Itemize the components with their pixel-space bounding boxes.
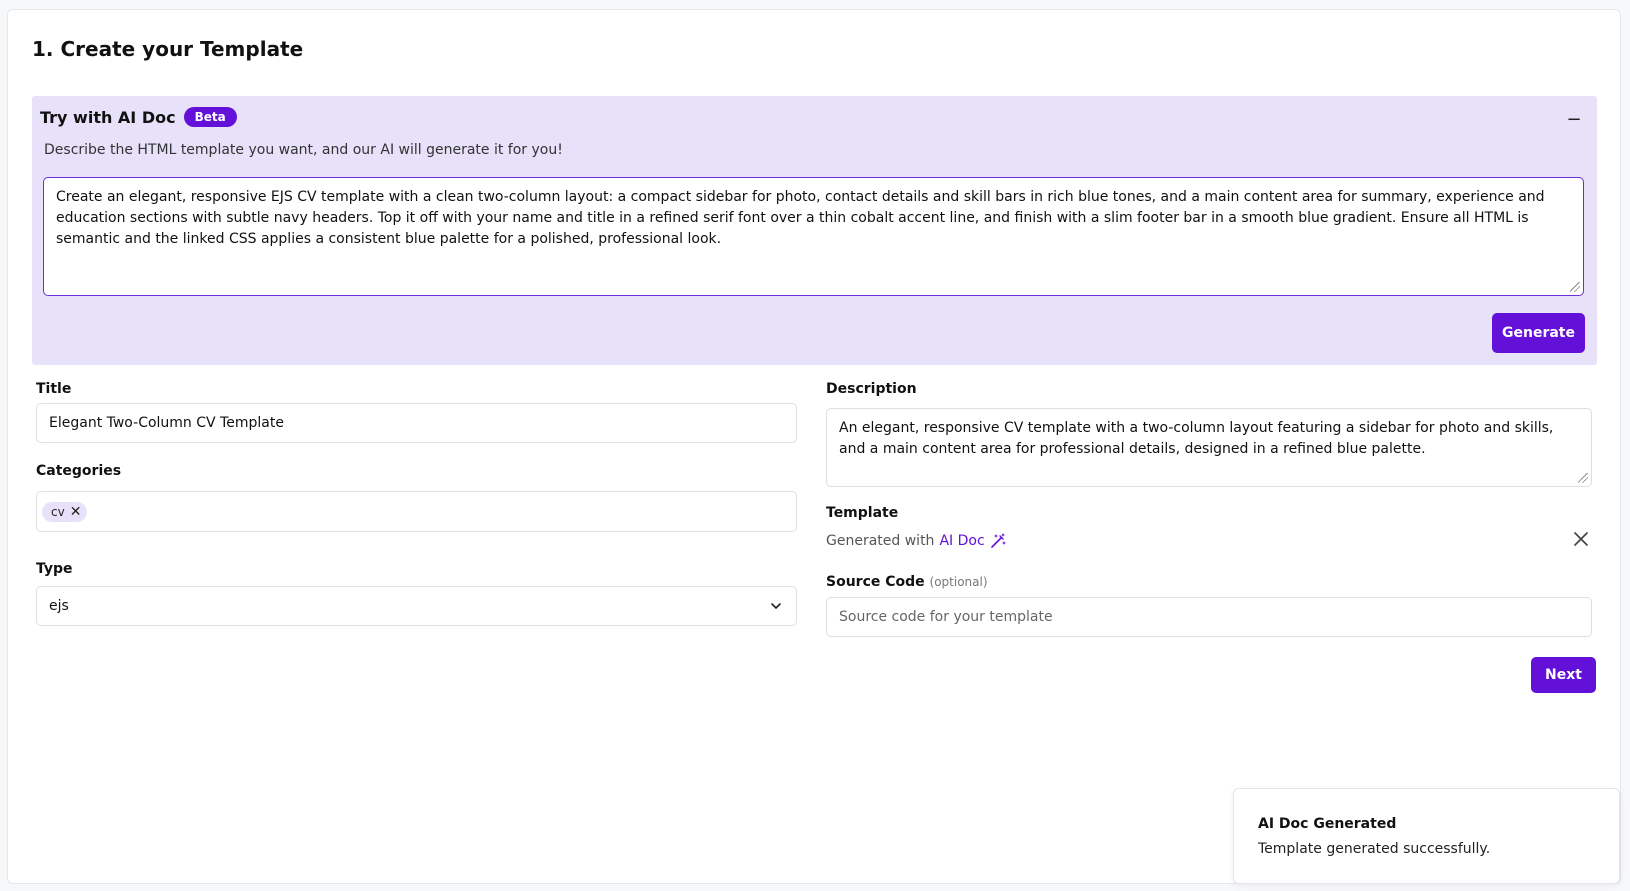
page-title: 1. Create your Template [32,37,304,61]
beta-badge: Beta [183,107,237,127]
title-input-value: Elegant Two-Column CV Template [49,415,284,431]
source-code-placeholder: Source code for your template [839,609,1053,625]
description-text: An elegant, responsive CV template with … [839,420,1554,457]
magic-wand-icon [990,533,1006,548]
toast-notification: AI Doc Generated Template generated succ… [1233,788,1620,884]
type-label: Type [36,561,73,577]
type-select[interactable]: ejs [36,586,797,626]
category-chip-label: cv [51,504,65,519]
category-chip: cv ✕ [42,501,88,522]
description-textarea[interactable]: An elegant, responsive CV template with … [826,408,1592,487]
collapse-button[interactable]: − [1563,108,1585,130]
type-select-value: ejs [49,598,69,614]
ai-doc-panel: Try with AI Doc Beta − Describe the HTML… [32,96,1597,365]
toast-title: AI Doc Generated [1258,816,1397,832]
toast-message: Template generated successfully. [1258,841,1491,857]
close-icon[interactable] [1572,530,1590,548]
title-input[interactable]: Elegant Two-Column CV Template [36,403,797,443]
ai-doc-subtitle: Describe the HTML template you want, and… [44,142,563,158]
source-code-label: Source Code (optional) [826,574,988,590]
optional-hint: (optional) [929,575,988,589]
source-code-input[interactable]: Source code for your template [826,597,1592,637]
next-button[interactable]: Next [1531,657,1596,693]
categories-input[interactable]: cv ✕ [36,491,797,532]
resize-grip-icon[interactable] [1578,473,1588,483]
ai-doc-header: Try with AI Doc Beta [40,107,237,127]
title-label: Title [36,381,72,397]
ai-prompt-textarea[interactable]: Create an elegant, responsive EJS CV tem… [43,177,1584,296]
source-code-label-text: Source Code [826,574,925,590]
description-label: Description [826,381,917,397]
resize-grip-icon[interactable] [1570,282,1580,292]
generated-with-text: Generated with [826,533,935,549]
minus-icon: − [1566,108,1582,130]
generated-with-line: Generated with AI Doc [826,533,1006,549]
chevron-down-icon [771,603,781,609]
ai-doc-title: Try with AI Doc [40,107,176,127]
categories-label: Categories [36,463,122,479]
remove-chip-icon[interactable]: ✕ [70,505,82,519]
generate-button[interactable]: Generate [1492,313,1585,353]
ai-prompt-text: Create an elegant, responsive EJS CV tem… [56,189,1545,247]
template-label: Template [826,505,899,521]
ai-doc-link[interactable]: AI Doc [939,533,984,549]
